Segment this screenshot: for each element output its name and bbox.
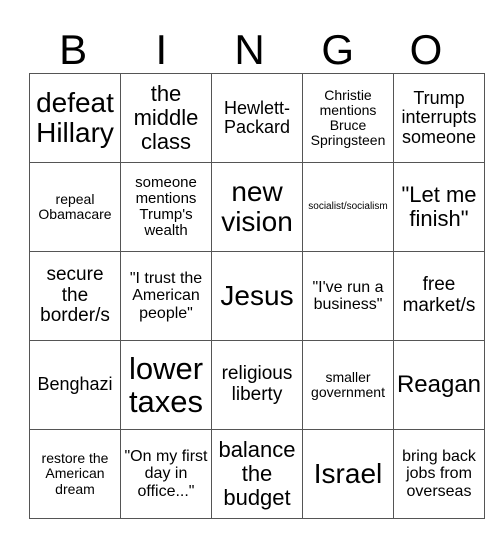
header-letter-b: B (59, 26, 88, 73)
header-letter-o: O (409, 26, 443, 73)
bingo-cell[interactable]: someone mentions Trump's wealth (120, 162, 212, 252)
bingo-cell[interactable]: Jesus (211, 251, 303, 341)
grid-row: defeat Hillary the middle class Hewlett-… (29, 73, 485, 163)
grid-row: Benghazi lower taxes religious liberty s… (29, 340, 485, 430)
bingo-cell[interactable]: religious liberty (211, 340, 303, 430)
grid-row: restore the American dream "On my first … (29, 429, 485, 519)
bingo-cell[interactable]: the middle class (120, 73, 212, 163)
bingo-cell[interactable]: Christie mentions Bruce Springsteen (302, 73, 394, 163)
bingo-cell[interactable]: smaller government (302, 340, 394, 430)
grid-row: repeal Obamacare someone mentions Trump'… (29, 162, 485, 252)
header-letter-n: N (234, 26, 265, 73)
bingo-cell[interactable]: defeat Hillary (29, 73, 121, 163)
bingo-cell[interactable]: secure the border/s (29, 251, 121, 341)
bingo-cell[interactable]: "On my first day in office..." (120, 429, 212, 519)
bingo-cell[interactable]: Reagan (393, 340, 485, 430)
bingo-cell[interactable]: repeal Obamacare (29, 162, 121, 252)
bingo-cell[interactable]: "I've run a business" (302, 251, 394, 341)
grid-row: secure the border/s "I trust the America… (29, 251, 485, 341)
bingo-cell[interactable]: Benghazi (29, 340, 121, 430)
bingo-grid: defeat Hillary the middle class Hewlett-… (29, 73, 485, 519)
bingo-cell[interactable]: "I trust the American people" (120, 251, 212, 341)
bingo-cell[interactable]: balance the budget (211, 429, 303, 519)
header-letter-i: I (155, 26, 168, 73)
bingo-cell[interactable]: socialist/socialism (302, 162, 394, 252)
bingo-cell[interactable]: Trump interrupts someone (393, 73, 485, 163)
bingo-header: B I N G O (29, 28, 470, 72)
bingo-cell[interactable]: Hewlett-Packard (211, 73, 303, 163)
bingo-cell[interactable]: bring back jobs from overseas (393, 429, 485, 519)
header-letter-g: G (321, 26, 355, 73)
bingo-cell[interactable]: "Let me finish" (393, 162, 485, 252)
bingo-cell[interactable]: restore the American dream (29, 429, 121, 519)
bingo-cell[interactable]: free market/s (393, 251, 485, 341)
bingo-cell[interactable]: new vision (211, 162, 303, 252)
bingo-cell[interactable]: lower taxes (120, 340, 212, 430)
bingo-cell[interactable]: Israel (302, 429, 394, 519)
